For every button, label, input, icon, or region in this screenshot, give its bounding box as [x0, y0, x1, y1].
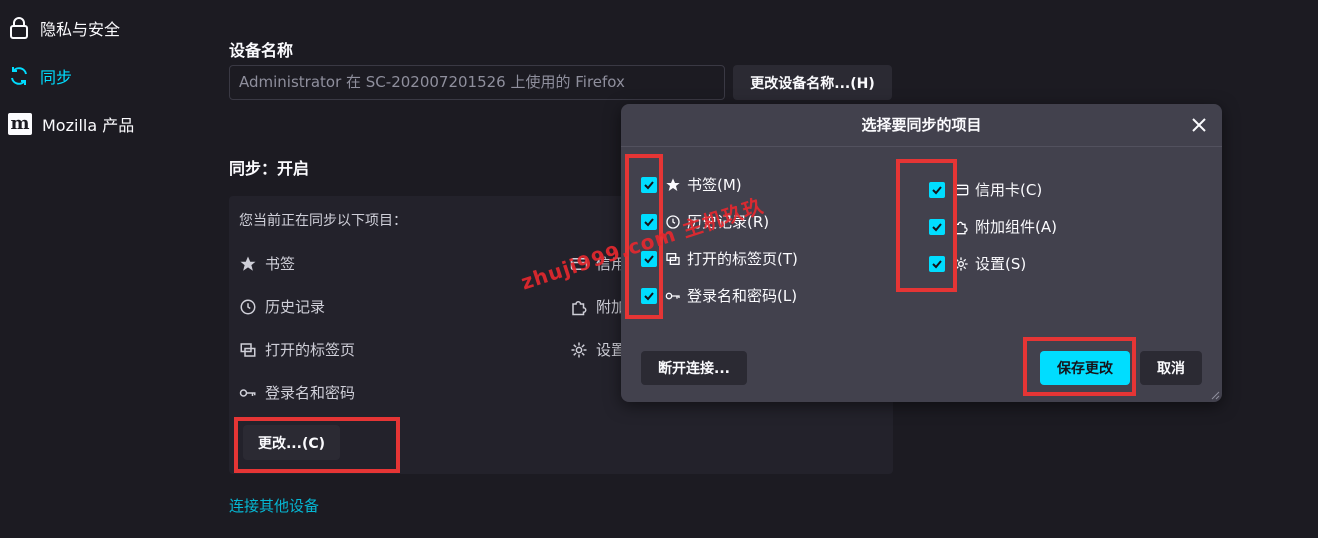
option-label: 书签(M) [687, 176, 742, 194]
sidebar-item-sync[interactable]: 同步 [8, 61, 72, 91]
option-logins[interactable]: 登录名和密码(L) [641, 285, 797, 306]
sync-item-tabs: 打开的标签页 [239, 339, 355, 360]
sync-icon [11, 67, 27, 85]
highlight-box [896, 159, 957, 292]
close-icon[interactable] [1188, 114, 1210, 136]
sync-intro-text: 您当前正在同步以下项目： [239, 213, 407, 229]
sync-item-bookmarks: 书签 [239, 253, 295, 274]
puzzle-icon [572, 300, 587, 315]
sync-item-label: 书签 [265, 255, 296, 273]
key-icon [665, 292, 680, 299]
sync-status-title: 同步：开启 [229, 159, 310, 178]
rename-device-button[interactable]: 更改设备名称...(H) [733, 65, 892, 100]
option-label: 信用卡(C) [975, 181, 1043, 199]
highlight-box [1023, 337, 1136, 396]
option-label: 打开的标签页(T) [687, 250, 798, 268]
sidebar-item-label: 同步 [40, 68, 73, 87]
lock-icon [10, 17, 28, 39]
tabs-icon [666, 252, 680, 265]
option-label: 登录名和密码(L) [687, 287, 798, 305]
sync-item-history: 历史记录 [239, 296, 325, 317]
option-label: 附加组件(A) [975, 218, 1057, 236]
disconnect-button[interactable]: 断开连接... [641, 351, 747, 385]
option-label: 设置(S) [975, 255, 1027, 273]
tabs-icon [240, 342, 256, 357]
sync-item-addons: 附加 [570, 296, 626, 317]
sidebar-item-privacy[interactable]: 隐私与安全 [8, 13, 120, 43]
sync-item-label: 历史记录 [265, 298, 326, 316]
option-tabs[interactable]: 打开的标签页(T) [641, 248, 798, 269]
mozilla-logo-icon: m [8, 113, 32, 135]
sidebar: 隐私与安全 同步 m Mozilla 产品 [0, 0, 200, 538]
sidebar-item-label: Mozilla 产品 [42, 116, 135, 135]
sync-item-label: 打开的标签页 [265, 341, 356, 359]
connect-device-link[interactable]: 连接其他设备 [229, 495, 319, 516]
sync-item-label: 登录名和密码 [265, 384, 356, 402]
star-icon [666, 177, 680, 191]
clock-icon [240, 299, 256, 314]
device-name-input[interactable]: Administrator 在 SC-202007201526 上使用的 Fir… [229, 65, 725, 100]
gear-icon [571, 342, 587, 357]
cancel-button[interactable]: 取消 [1140, 351, 1202, 385]
key-icon [239, 388, 256, 397]
resize-grip-icon[interactable] [1210, 390, 1220, 400]
sync-item-logins: 登录名和密码 [239, 382, 355, 403]
dialog-divider [621, 146, 1222, 147]
sidebar-item-mozilla[interactable]: m Mozilla 产品 [8, 109, 134, 139]
star-icon [240, 256, 256, 271]
device-name-title: 设备名称 [229, 41, 294, 60]
sidebar-item-label: 隐私与安全 [40, 20, 121, 39]
dialog-title: 选择要同步的项目 [861, 116, 982, 134]
sync-item-settings: 设置 [570, 339, 626, 360]
highlight-box [234, 417, 400, 473]
